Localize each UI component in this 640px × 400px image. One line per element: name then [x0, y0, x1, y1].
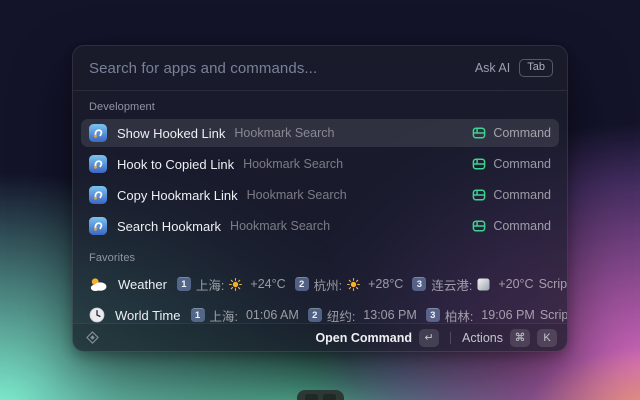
- launcher-window: Search for apps and commands... Ask AI T…: [72, 45, 568, 352]
- cmd-key-badge: ⌘: [510, 328, 530, 347]
- section-label-favorites: Favorites: [89, 252, 136, 264]
- list-item-search-hookmark[interactable]: Search Hookmark Hookmark Search Command: [81, 212, 559, 240]
- time-entry: 3 柏林: 19:06 PM: [425, 306, 535, 323]
- command-type-icon: [472, 158, 486, 170]
- list-item-hook-to-copied-link[interactable]: Hook to Copied Link Hookmark Search Comm…: [81, 150, 559, 178]
- item-type-label: Command: [493, 188, 551, 202]
- footer-divider: [450, 331, 451, 344]
- search-bar: Search for apps and commands... Ask AI T…: [73, 46, 567, 91]
- weather-entries: 1 上海: +24°C 2 杭州: +28°C 3 连云港: +20°C: [176, 275, 539, 294]
- hotkey-badge: 2: [294, 277, 309, 291]
- command-type-icon: [472, 220, 486, 232]
- sun-icon: [229, 277, 243, 291]
- hookmark-app-icon: [89, 155, 107, 173]
- raycast-logo-icon: [86, 331, 99, 344]
- item-type-label: Command: [493, 219, 551, 233]
- item-type-label: Script Command: [539, 308, 567, 322]
- hookmark-app-icon: [89, 217, 107, 235]
- item-subtitle: Hookmark Search: [230, 219, 331, 233]
- item-type-label: Command: [493, 126, 551, 140]
- hookmark-app-icon: [89, 186, 107, 204]
- hotkey-badge: 3: [412, 277, 427, 291]
- item-subtitle: Hookmark Search: [234, 126, 335, 140]
- command-type-icon: [472, 189, 486, 201]
- tab-key-badge: Tab: [519, 59, 553, 77]
- item-type-label: Command: [493, 157, 551, 171]
- list-item-copy-hookmark-link[interactable]: Copy Hookmark Link Hookmark Search Comma…: [81, 181, 559, 209]
- open-command-button[interactable]: Open Command: [315, 331, 412, 345]
- item-title: Copy Hookmark Link: [117, 187, 238, 203]
- return-key-badge: ↵: [419, 328, 439, 347]
- k-key-badge: K: [537, 328, 557, 347]
- command-type-icon: [472, 127, 486, 139]
- item-title: World Time: [115, 307, 181, 323]
- sun-behind-cloud-icon: [89, 276, 108, 292]
- list-item-world-time[interactable]: World Time 1 上海: 01:06 AM 2 纽约: 13:06 PM…: [81, 301, 567, 323]
- clock-icon: [89, 307, 105, 323]
- list-item-weather[interactable]: Weather 1 上海: +24°C 2 杭州: +28°C 3 连云港: +…: [81, 270, 567, 298]
- actions-button[interactable]: Actions: [462, 331, 503, 345]
- item-title: Weather: [118, 276, 167, 292]
- hotkey-badge: 1: [190, 308, 205, 322]
- item-title: Hook to Copied Link: [117, 156, 235, 172]
- item-title: Search Hookmark: [117, 218, 222, 234]
- hotkey-badge: 1: [176, 277, 191, 291]
- weather-entry: 2 杭州: +28°C: [294, 275, 403, 294]
- hotkey-badge: 2: [307, 308, 322, 322]
- item-type-label: Script Command: [538, 277, 567, 291]
- item-subtitle: Hookmark Search: [243, 157, 344, 171]
- time-entry: 1 上海: 01:06 AM: [190, 306, 299, 323]
- cloud-icon: [477, 278, 490, 290]
- section-label-development: Development: [89, 101, 155, 113]
- item-subtitle: Hookmark Search: [246, 188, 347, 202]
- search-input[interactable]: Search for apps and commands...: [89, 60, 317, 77]
- sun-icon: [347, 277, 361, 291]
- hookmark-app-icon: [89, 124, 107, 142]
- action-bar: Open Command ↵ Actions ⌘ K: [73, 323, 567, 351]
- item-title: Show Hooked Link: [117, 125, 226, 141]
- time-entry: 2 纽约: 13:06 PM: [307, 306, 417, 323]
- weather-entry: 1 上海: +24°C: [176, 275, 286, 294]
- ask-ai-button[interactable]: Ask AI: [475, 61, 510, 75]
- world-time-entries: 1 上海: 01:06 AM 2 纽约: 13:06 PM 3 柏林: 19:0…: [190, 306, 540, 323]
- results-list: Development Show Hooked Link Hookmark Se…: [73, 91, 567, 323]
- hotkey-badge: 3: [425, 308, 440, 322]
- weather-entry: 3 连云港: +20°C: [412, 275, 534, 294]
- list-item-show-hooked-link[interactable]: Show Hooked Link Hookmark Search Command: [81, 119, 559, 147]
- background-window-peek: [297, 390, 344, 400]
